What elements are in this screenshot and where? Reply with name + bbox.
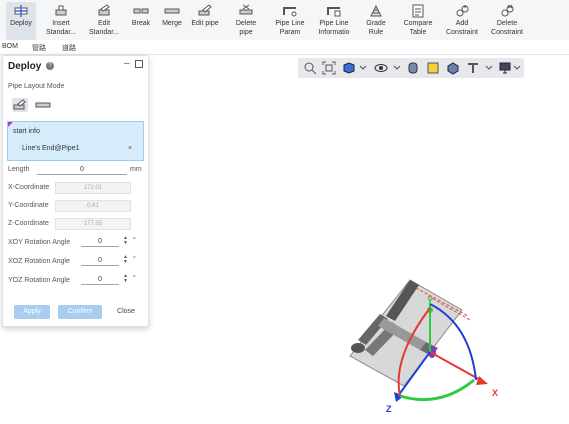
- grade-rule-button[interactable]: Grade Rule: [362, 2, 390, 40]
- wireframe-icon[interactable]: [406, 61, 420, 75]
- chevron-down-icon[interactable]: [482, 61, 496, 75]
- pipe-body: [349, 279, 471, 387]
- confirm-button[interactable]: Confirm: [58, 305, 102, 319]
- y-coordinate-field: 0.61: [55, 200, 131, 212]
- mode-segment-icon[interactable]: [35, 98, 51, 112]
- eye-icon[interactable]: [374, 61, 388, 75]
- tab-bom[interactable]: BOM: [2, 43, 18, 50]
- break-button[interactable]: Break: [128, 2, 154, 40]
- restore-icon[interactable]: [135, 60, 143, 68]
- chevron-down-icon[interactable]: [510, 61, 524, 75]
- xoy-rotation-input[interactable]: 0: [81, 237, 119, 247]
- delete-pipe-button[interactable]: Delete pipe: [229, 2, 263, 40]
- xoz-rotation-input[interactable]: 0: [81, 256, 119, 266]
- delete-constraint-icon: [501, 4, 514, 17]
- fit-view-icon[interactable]: [322, 61, 336, 75]
- panel-title: Deploy: [8, 61, 42, 72]
- merge-button[interactable]: Merge: [158, 2, 186, 40]
- sub-tabbar: BOM 管路 道路: [0, 40, 569, 55]
- merge-icon: [164, 8, 180, 14]
- length-input[interactable]: 0: [37, 165, 127, 175]
- tab-road[interactable]: 道路: [62, 43, 76, 53]
- pipe-line-param-button[interactable]: Pipe Line Param: [272, 2, 308, 40]
- degree-symbol: °: [133, 237, 136, 244]
- close-button[interactable]: Close: [112, 305, 140, 319]
- deploy-button[interactable]: Deploy: [6, 2, 36, 40]
- delete-constraint-button[interactable]: Delete Constraint: [488, 2, 526, 40]
- x-coordinate-label: X-Coordinate: [8, 184, 50, 191]
- selection-marker: [8, 122, 13, 127]
- z-coordinate-field: 177.05: [55, 218, 131, 230]
- main-toolbar: Deploy Insert Standar... Edit Standar...…: [0, 0, 569, 40]
- shaded-icon[interactable]: [426, 61, 440, 75]
- add-constraint-icon: [456, 5, 469, 17]
- y-axis-label: Y: [427, 296, 433, 306]
- yoz-rotation-input[interactable]: 0: [81, 275, 119, 285]
- compare-table-button[interactable]: Compare Table: [400, 2, 436, 40]
- xoz-rotation-label: XOZ Rotation Angle: [8, 258, 70, 265]
- length-unit: mm: [130, 166, 142, 173]
- pipe-line-information-button[interactable]: Pipe Line Informatio: [314, 2, 354, 40]
- z-axis-label: Z: [386, 404, 392, 414]
- yoz-rotation-label: YOZ Rotation Angle: [8, 277, 70, 284]
- minimize-icon[interactable]: –: [124, 58, 130, 69]
- x-axis-label: X: [492, 388, 498, 398]
- pipe-line-param-icon: [283, 7, 297, 17]
- chevron-down-icon[interactable]: [390, 61, 404, 75]
- pipe-model[interactable]: X Y Z: [320, 268, 510, 418]
- degree-symbol: °: [133, 275, 136, 282]
- compare-table-icon: [412, 4, 424, 18]
- degree-symbol: °: [133, 256, 136, 263]
- edit-pipe-icon: [198, 4, 212, 16]
- start-info-box[interactable]: start info Line's End@Pipe1 ×: [7, 121, 144, 161]
- xoz-stepper[interactable]: ▲ ▼: [123, 255, 128, 265]
- start-value: Line's End@Pipe1: [22, 145, 80, 152]
- delete-pipe-icon: [239, 4, 253, 15]
- zoom-icon[interactable]: [303, 61, 317, 75]
- edit-standard-button[interactable]: Edit Standar...: [87, 2, 121, 40]
- y-coordinate-label: Y-Coordinate: [8, 202, 49, 209]
- z-coordinate-label: Z-Coordinate: [8, 220, 49, 227]
- yoz-stepper[interactable]: ▲ ▼: [123, 274, 128, 284]
- apply-button[interactable]: Apply: [14, 305, 50, 319]
- clear-icon[interactable]: ×: [128, 145, 132, 152]
- cube-view-icon[interactable]: [342, 61, 356, 75]
- xoy-rotation-label: XOY Rotation Angle: [8, 239, 71, 246]
- deploy-panel: Deploy ? – Pipe Layout Mode start info L…: [2, 55, 149, 327]
- pipe-line-information-icon: [327, 7, 341, 17]
- xoy-stepper[interactable]: ▲ ▼: [123, 236, 128, 246]
- chevron-down-icon[interactable]: [356, 61, 370, 75]
- measure-icon[interactable]: [466, 61, 480, 75]
- edit-pipe-button[interactable]: Edit pipe: [189, 2, 221, 40]
- mode-pipe-icon[interactable]: [12, 98, 28, 112]
- grade-rule-icon: [370, 4, 382, 17]
- add-constraint-button[interactable]: Add Constraint: [443, 2, 481, 40]
- break-icon: [133, 8, 149, 14]
- length-label: Length: [8, 166, 30, 173]
- edit-standard-icon: [98, 4, 110, 16]
- start-info-label: start info: [13, 128, 40, 135]
- help-icon[interactable]: ?: [46, 62, 54, 70]
- section-view-icon[interactable]: [446, 61, 460, 75]
- mode-label: Pipe Layout Mode: [8, 83, 65, 90]
- tab-pipe[interactable]: 管路: [32, 43, 46, 53]
- insert-standard-button[interactable]: Insert Standar...: [44, 2, 78, 40]
- x-coordinate-field: 172.01: [55, 182, 131, 194]
- insert-standard-icon: [55, 5, 67, 16]
- deploy-icon: [14, 5, 28, 17]
- view-toolbar: [298, 58, 524, 78]
